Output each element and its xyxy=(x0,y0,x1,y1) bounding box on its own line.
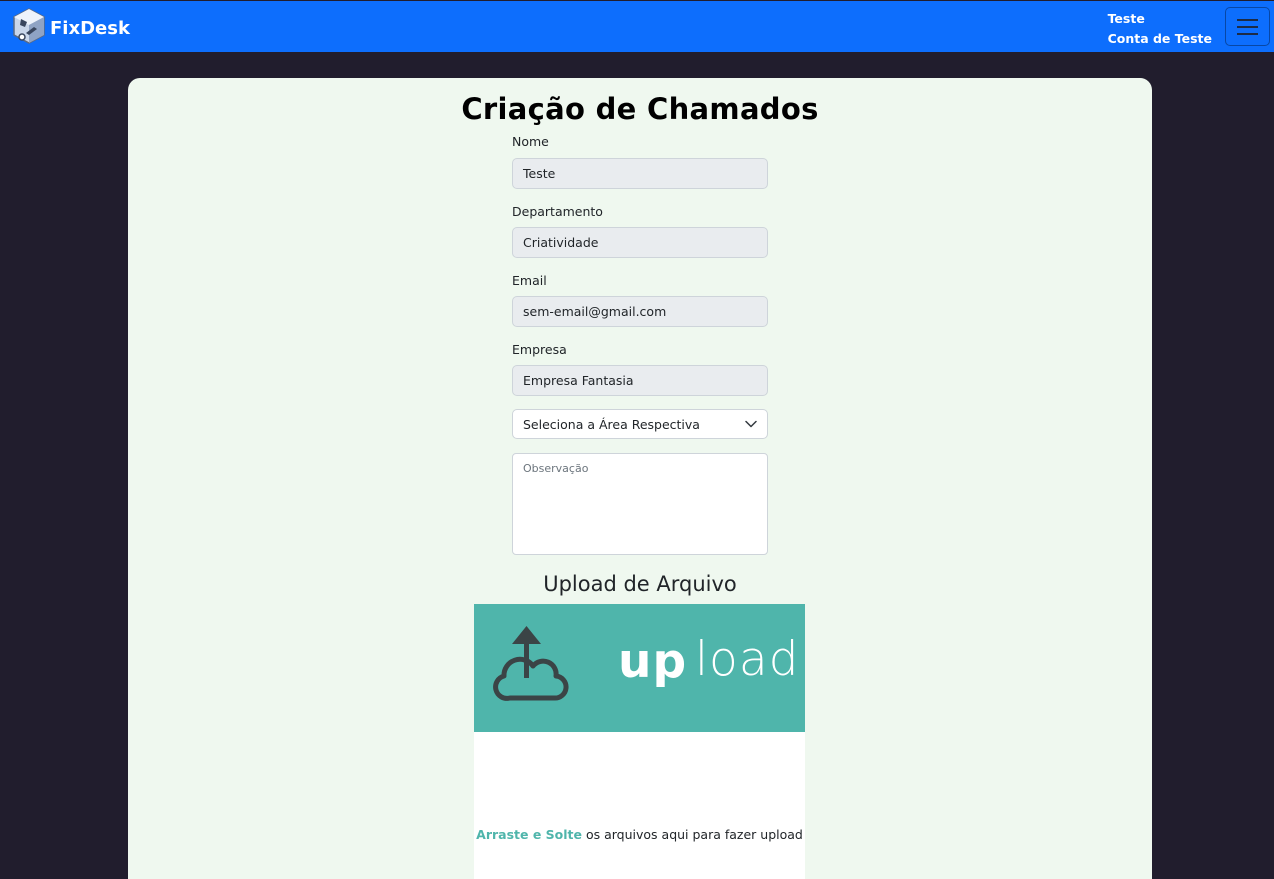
upload-banner-load: load xyxy=(695,632,800,687)
observation-placeholder: Observação xyxy=(523,462,589,475)
brand-name: FixDesk xyxy=(50,17,130,39)
ticket-form-card: Criação de Chamados Nome Teste Departame… xyxy=(128,78,1152,879)
drop-instructions: Arraste e Solte os arquivos aqui para fa… xyxy=(474,827,805,842)
drop-text: os arquivos aqui para fazer upload xyxy=(581,827,803,842)
upload-banner: up load xyxy=(474,604,805,732)
email-field[interactable]: sem-email@gmail.com xyxy=(512,296,768,327)
company-label: Empresa xyxy=(512,342,567,357)
brand-link[interactable]: FixDesk xyxy=(12,7,130,49)
department-label: Departamento xyxy=(512,204,603,219)
hamburger-line xyxy=(1237,18,1258,21)
navbar: FixDesk Teste Conta de Teste xyxy=(0,1,1274,52)
drag-drop-link[interactable]: Arraste e Solte xyxy=(476,827,582,842)
upload-dropzone[interactable]: up load Arraste e Solte os arquivos aqui… xyxy=(474,604,805,879)
logo-icon xyxy=(12,7,46,49)
cloud-upload-icon xyxy=(488,624,570,708)
upload-banner-up: up xyxy=(618,634,688,689)
user-name: Teste xyxy=(1107,11,1145,26)
hamburger-line xyxy=(1237,32,1258,35)
name-field[interactable]: Teste xyxy=(512,158,768,189)
email-label: Email xyxy=(512,273,547,288)
area-select[interactable]: Seleciona a Área Respectiva xyxy=(512,409,768,439)
chevron-down-icon xyxy=(745,420,757,428)
department-field[interactable]: Criatividade xyxy=(512,227,768,258)
hamburger-menu-button[interactable] xyxy=(1225,7,1270,46)
observation-textarea[interactable]: Observação xyxy=(512,453,768,555)
upload-title: Upload de Arquivo xyxy=(543,572,737,596)
user-info: Teste Conta de Teste xyxy=(1108,9,1212,49)
name-label: Nome xyxy=(512,134,549,149)
user-account: Conta de Teste xyxy=(1107,31,1212,46)
company-field[interactable]: Empresa Fantasia xyxy=(512,365,768,396)
area-select-value: Seleciona a Área Respectiva xyxy=(523,416,700,432)
page-title: Criação de Chamados xyxy=(461,92,819,126)
hamburger-line xyxy=(1237,25,1258,28)
